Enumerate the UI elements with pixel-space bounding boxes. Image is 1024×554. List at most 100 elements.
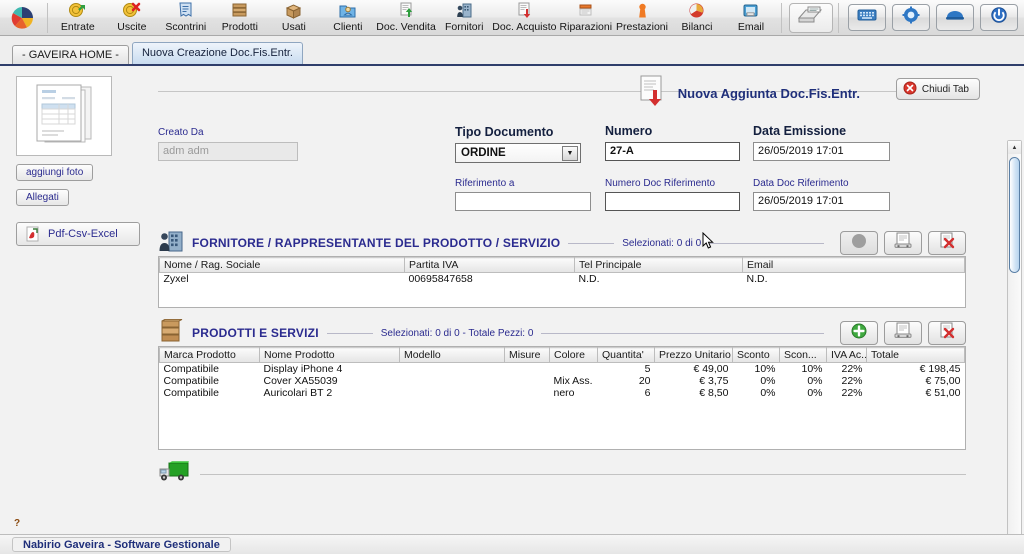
supplier-icon xyxy=(158,230,184,257)
products-col-modello[interactable]: Modello xyxy=(399,347,505,363)
supplier-table-wrapper: Nome / Rag. Sociale Partita IVA Tel Prin… xyxy=(158,256,966,308)
product-cell-modello xyxy=(399,362,505,375)
coin-out-icon xyxy=(122,1,141,20)
tab-gaveira-home[interactable]: - GAVEIRA HOME - xyxy=(12,45,129,64)
supplier-edit-button[interactable] xyxy=(884,231,922,255)
client-folder-icon xyxy=(338,1,357,20)
supplier-delete-button[interactable] xyxy=(928,231,966,255)
supplier-col-piva[interactable]: Partita IVA xyxy=(404,257,575,273)
supplier-col-email[interactable]: Email xyxy=(742,257,965,273)
screen-button[interactable] xyxy=(936,4,974,31)
left-panel: aggiungi foto Allegati Pdf-Csv-Excel xyxy=(8,76,146,247)
table-row[interactable]: Compatibile Auricolari BT 2 nero 6 € 8,5… xyxy=(159,387,965,399)
product-cell-sconto2: 0% xyxy=(779,387,827,399)
vertical-scrollbar[interactable]: ▲ ▼ xyxy=(1007,140,1022,554)
product-cell-modello xyxy=(399,375,505,387)
products-col-totale[interactable]: Totale xyxy=(866,347,965,363)
product-cell-sconto: 0% xyxy=(732,387,780,399)
tab-nuova-creazione[interactable]: Nuova Creazione Doc.Fis.Entr. xyxy=(131,42,303,64)
products-col-sconto2[interactable]: Scon... xyxy=(779,347,827,363)
edit-doc-icon xyxy=(893,322,913,344)
product-cell-iva: 22% xyxy=(826,387,867,399)
supplier-col-nome[interactable]: Nome / Rag. Sociale xyxy=(159,257,405,273)
numero-doc-riferimento-field[interactable] xyxy=(605,192,740,211)
product-cell-sconto: 10% xyxy=(732,362,780,375)
toolbar-item-doc-vendita[interactable]: Doc. Vendita xyxy=(375,0,437,36)
products-col-prezzo[interactable]: Prezzo Unitario xyxy=(654,347,733,363)
toolbar-item-label: Prodotti xyxy=(221,20,258,33)
chevron-down-icon[interactable]: ▼ xyxy=(562,146,578,161)
supplier-section: FORNITORE / RAPPRESENTANTE DEL PRODOTTO … xyxy=(158,230,966,308)
shipping-rule xyxy=(200,474,966,475)
scrollbar-thumb[interactable] xyxy=(1009,157,1020,273)
riferimento-a-field[interactable] xyxy=(455,192,591,211)
products-col-nome[interactable]: Nome Prodotto xyxy=(259,347,400,363)
toolbar-item-riparazioni[interactable]: Riparazioni xyxy=(558,0,614,36)
product-delete-button[interactable] xyxy=(928,321,966,345)
edit-doc-icon xyxy=(893,232,913,254)
table-row[interactable]: Compatibile Display iPhone 4 5 € 49,00 1… xyxy=(159,362,965,375)
toolbar-item-fornitori[interactable]: Fornitori xyxy=(437,0,491,36)
screen-icon xyxy=(945,8,965,27)
supplier-cell-email: N.D. xyxy=(742,272,965,286)
status-text: Nabirio Gaveira - Software Gestionale xyxy=(12,537,231,552)
add-photo-button[interactable]: aggiungi foto xyxy=(16,164,94,181)
table-row[interactable]: Zyxel 00695847658 N.D. N.D. xyxy=(159,272,965,286)
products-col-quantita[interactable]: Quantita' xyxy=(597,347,655,363)
toolbar-item-label: Doc. Acquisto xyxy=(492,20,557,33)
doc-down-icon xyxy=(515,1,534,20)
tab-bar: - GAVEIRA HOME - Nuova Creazione Doc.Fis… xyxy=(0,36,1024,66)
product-cell-prezzo: € 49,00 xyxy=(654,362,733,375)
supplier-select-button[interactable] xyxy=(840,231,878,255)
printer-button[interactable] xyxy=(789,2,833,33)
product-add-button[interactable] xyxy=(840,321,878,345)
supplier-cell-tel: N.D. xyxy=(574,272,743,286)
scroll-up-button[interactable]: ▲ xyxy=(1008,141,1021,154)
toolbar-item-prodotti[interactable]: Prodotti xyxy=(213,0,267,36)
products-col-sconto[interactable]: Sconto xyxy=(732,347,780,363)
numero-field[interactable]: 27-A xyxy=(605,142,740,161)
product-cell-misure xyxy=(504,387,550,399)
add-green-icon xyxy=(850,322,868,345)
data-emissione-field[interactable]: 26/05/2019 17:01 xyxy=(753,142,890,161)
page-header: Nuova Aggiunta Doc.Fis.Entr. xyxy=(637,74,860,113)
close-tab-button[interactable]: Chiudi Tab xyxy=(895,78,980,100)
products-col-misure[interactable]: Misure xyxy=(504,347,550,363)
toolbar-item-email[interactable]: Email xyxy=(724,0,778,36)
section-rule xyxy=(541,332,824,334)
settings-button[interactable] xyxy=(892,4,930,31)
toolbar-item-entrate[interactable]: Entrate xyxy=(51,0,105,36)
toolbar-item-prestazioni[interactable]: Prestazioni xyxy=(614,0,670,36)
toolbar-item-uscite[interactable]: Uscite xyxy=(105,0,159,36)
document-thumbnail[interactable] xyxy=(16,76,112,156)
mouse-cursor xyxy=(702,231,714,255)
toolbar-item-usati[interactable]: Usati xyxy=(267,0,321,36)
toolbar-item-scontrini[interactable]: Scontrini xyxy=(159,0,213,36)
toolbar-item-bilanci[interactable]: Bilanci xyxy=(670,0,724,36)
toolbar-right-group xyxy=(778,2,1024,33)
export-pdf-csv-excel-button[interactable]: Pdf-Csv-Excel xyxy=(16,222,140,246)
products-section-meta: Selezionati: 0 di 0 - Totale Pezzi: 0 xyxy=(380,327,534,339)
toolbar-item-label: Prestazioni xyxy=(616,20,668,33)
keyboard-button[interactable] xyxy=(848,4,886,31)
products-col-colore[interactable]: Colore xyxy=(549,347,598,363)
product-edit-button[interactable] xyxy=(884,321,922,345)
products-col-marca[interactable]: Marca Prodotto xyxy=(159,347,260,363)
power-button[interactable] xyxy=(980,4,1018,31)
data-doc-riferimento-field[interactable]: 26/05/2019 17:01 xyxy=(753,192,890,211)
products-section: PRODOTTI E SERVIZI Selezionati: 0 di 0 -… xyxy=(158,318,966,450)
label-creato-da: Creato Da xyxy=(158,127,204,138)
attachments-button[interactable]: Allegati xyxy=(16,189,69,206)
toolbar-item-doc-acquisto[interactable]: Doc. Acquisto xyxy=(491,0,557,36)
help-indicator[interactable]: ? xyxy=(14,518,20,529)
page-title: Nuova Aggiunta Doc.Fis.Entr. xyxy=(677,86,860,101)
product-cell-colore xyxy=(549,362,598,375)
supplier-col-tel[interactable]: Tel Principale xyxy=(574,257,743,273)
table-row[interactable]: Compatibile Cover XA55039 Mix Ass. 20 € … xyxy=(159,375,965,387)
products-table-filler xyxy=(159,399,965,413)
product-cell-misure xyxy=(504,362,550,375)
tipo-documento-select[interactable]: ORDINE ▼ xyxy=(455,143,581,163)
products-col-iva[interactable]: IVA Ac... xyxy=(826,347,867,363)
toolbar-item-clienti[interactable]: Clienti xyxy=(321,0,375,36)
product-cell-totale: € 75,00 xyxy=(866,375,965,387)
